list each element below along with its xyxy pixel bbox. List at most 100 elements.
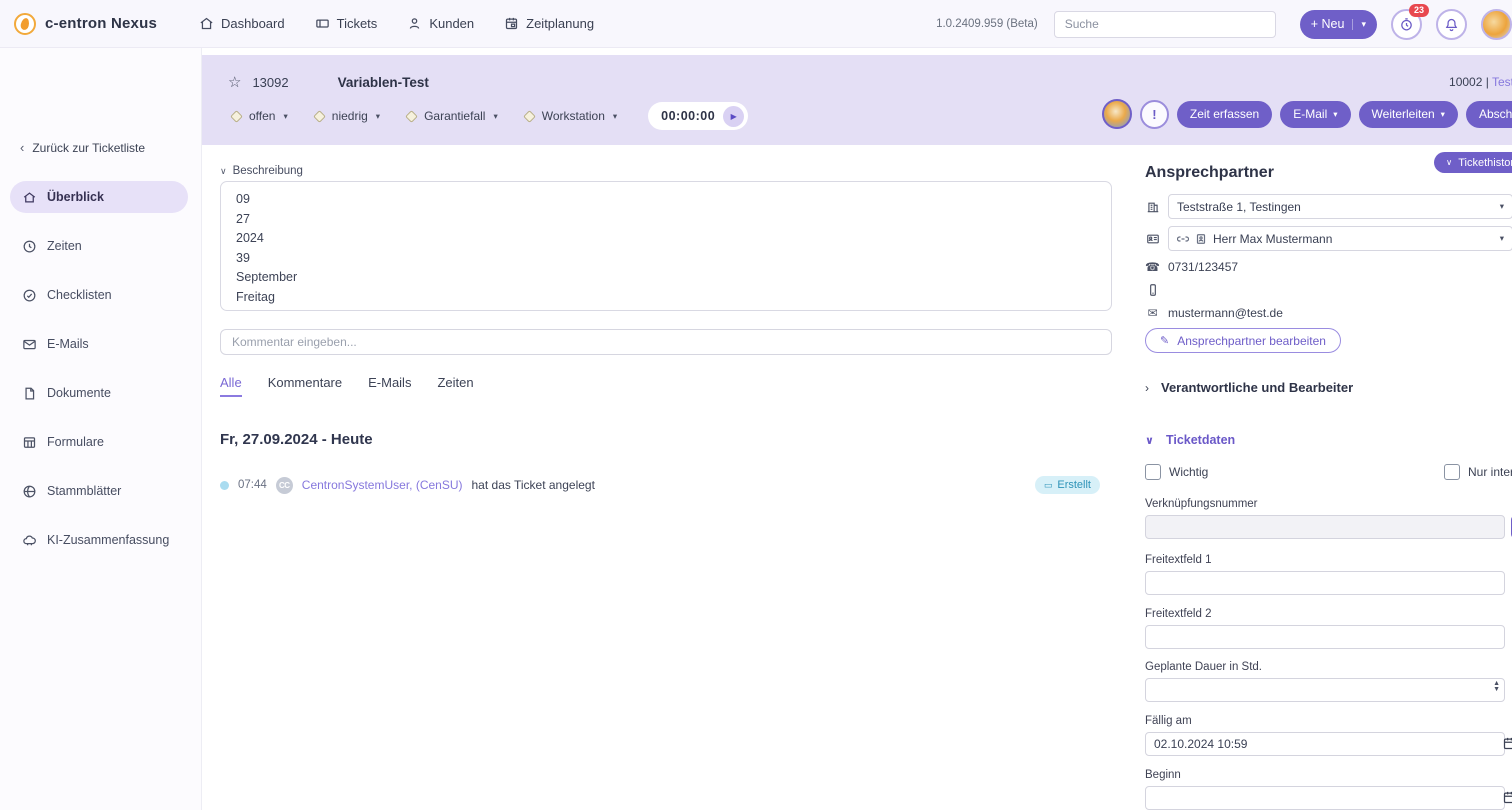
description-line: Freitag: [236, 288, 1096, 308]
favorite-star-icon[interactable]: ☆: [228, 73, 241, 91]
play-icon: ▶: [731, 112, 737, 121]
field-verknuepfungsnummer: Verknüpfungsnummer: [1145, 498, 1505, 539]
comment-input[interactable]: [220, 329, 1112, 355]
priority-diamond-icon: [313, 110, 326, 123]
timeline-dot-icon: [220, 481, 229, 490]
topbar: c-entron Nexus Dashboard Tickets Kunden …: [0, 0, 1512, 48]
sidebar-item-checklisten[interactable]: Checklisten: [10, 279, 188, 311]
ticketdata-section-toggle[interactable]: ∨ Ticketdaten: [1145, 433, 1235, 447]
email-button[interactable]: E-Mail ▾: [1280, 101, 1350, 128]
checkbox-icon[interactable]: [1145, 464, 1161, 480]
sidebar-item-ueberblick[interactable]: Überblick: [10, 181, 188, 213]
sidebar-item-emails[interactable]: E-Mails: [10, 328, 188, 360]
field-freitextfeld-2: Freitextfeld 2: [1145, 608, 1505, 649]
sidebar-item-formulare[interactable]: Formulare: [10, 426, 188, 458]
back-to-ticketlist-link[interactable]: ‹ Zurück zur Ticketliste: [20, 140, 145, 155]
overview-icon: [22, 190, 37, 205]
timer-display: 00:00:00 ▶: [648, 102, 748, 130]
field-freitextfeld-1: Freitextfeld 1: [1145, 554, 1505, 595]
number-stepper[interactable]: ▲▼: [1493, 681, 1500, 693]
tab-zeiten[interactable]: Zeiten: [437, 375, 473, 397]
type-diamond-icon: [405, 110, 418, 123]
freitextfeld-1-input[interactable]: [1145, 571, 1505, 595]
edit-contact-button[interactable]: ✎ Ansprechpartner bearbeiten: [1145, 328, 1341, 353]
record-time-button[interactable]: Zeit erfassen: [1177, 101, 1272, 128]
ticket-history-button[interactable]: ∨ Tickethistorie: [1434, 152, 1512, 173]
customer-name-link[interactable]: Test GmbH: [1492, 75, 1512, 89]
assignee-avatar[interactable]: [1102, 99, 1132, 129]
address-select[interactable]: Teststraße 1, Testingen ▾: [1168, 194, 1512, 219]
geplante-dauer-input[interactable]: [1145, 678, 1505, 702]
responsibles-section-toggle[interactable]: › Verantwortliche und Bearbeiter: [1145, 380, 1353, 395]
priority-dropdown[interactable]: niedrig ▾: [315, 109, 380, 123]
status-dropdown[interactable]: offen ▾: [232, 109, 288, 123]
timeline-entry: 07:44 CC CentronSystemUser, (CenSU) hat …: [220, 476, 1112, 494]
contact-heading: Ansprechpartner: [1145, 164, 1274, 182]
close-ticket-button[interactable]: Abschließen: [1466, 101, 1512, 128]
new-button[interactable]: + Neu ▾: [1300, 10, 1377, 39]
sidebar-item-stammblaetter[interactable]: Stammblätter: [10, 475, 188, 507]
nav-zeitplanung[interactable]: Zeitplanung: [504, 16, 594, 31]
id-card-icon: [1145, 232, 1160, 246]
tab-alle[interactable]: Alle: [220, 375, 242, 397]
status-diamond-icon: [230, 110, 243, 123]
checkbox-nur-intern[interactable]: Nur intern: [1444, 464, 1512, 480]
forward-button[interactable]: Weiterleiten ▾: [1359, 101, 1458, 128]
timeline-date-heading: Fr, 27.09.2024 - Heute: [220, 431, 1112, 448]
ticket-title: Variablen-Test: [338, 75, 429, 90]
chevron-down-icon: ∨: [1446, 157, 1452, 168]
verknuepfungsnummer-input[interactable]: [1145, 515, 1505, 539]
ticket-mini-icon: ▭: [1044, 480, 1053, 491]
sidebar-item-ki-zusammenfassung[interactable]: KI-Zusammenfassung: [10, 524, 188, 556]
tab-kommentare[interactable]: Kommentare: [268, 375, 342, 397]
sidebar-item-zeiten[interactable]: Zeiten: [10, 230, 188, 262]
nav-kunden[interactable]: Kunden: [407, 16, 474, 31]
timer-play-button[interactable]: ▶: [723, 106, 744, 127]
freitextfeld-2-input[interactable]: [1145, 625, 1505, 649]
description-line: September: [236, 268, 1096, 288]
entry-user-link[interactable]: CentronSystemUser, (CenSU): [302, 478, 463, 492]
contact-person-select[interactable]: Herr Max Mustermann ▾: [1168, 226, 1512, 251]
contact-email: mustermann@test.de: [1168, 306, 1283, 320]
nav-dashboard[interactable]: Dashboard: [199, 16, 285, 31]
beginn-input[interactable]: [1145, 786, 1505, 810]
phone-icon: ☎: [1145, 260, 1160, 274]
search-input[interactable]: [1054, 11, 1276, 38]
user-avatar[interactable]: [1481, 9, 1512, 40]
calendar-icon[interactable]: [1502, 736, 1512, 751]
description-box[interactable]: 09 27 2024 39 September Freitag: [220, 181, 1112, 311]
tab-emails[interactable]: E-Mails: [368, 375, 411, 397]
chevron-down-icon[interactable]: ▾: [1352, 19, 1366, 30]
type-dropdown[interactable]: Garantiefall ▾: [407, 109, 498, 123]
calendar-icon: [504, 16, 519, 31]
pencil-icon: ✎: [1160, 334, 1169, 347]
sheet-icon: [22, 484, 37, 499]
activity-tabs: Alle Kommentare E-Mails Zeiten: [220, 375, 1112, 397]
notifications-button[interactable]: [1436, 9, 1467, 40]
notification-count-badge: 23: [1409, 4, 1429, 17]
entry-avatar: CC: [276, 477, 293, 494]
customer-line: 10002 | Test GmbH: [1449, 75, 1512, 89]
description-toggle[interactable]: ∨ Beschreibung: [220, 165, 1112, 177]
nav-tickets[interactable]: Tickets: [315, 16, 378, 31]
timer-value: 00:00:00: [661, 109, 715, 123]
mobile-icon: [1145, 283, 1160, 297]
contact-mobile-row: [1145, 283, 1168, 297]
checkbox-icon[interactable]: [1444, 464, 1460, 480]
sidebar-item-dokumente[interactable]: Dokumente: [10, 377, 188, 409]
app-window: c-entron Nexus Dashboard Tickets Kunden …: [0, 0, 1512, 810]
checkbox-wichtig[interactable]: Wichtig: [1145, 464, 1208, 480]
brand[interactable]: c-entron Nexus: [14, 13, 157, 35]
calendar-icon[interactable]: [1502, 790, 1512, 805]
priority-alert-button[interactable]: !: [1140, 100, 1169, 129]
ticket-status-row: offen ▾ niedrig ▾ Garantiefall ▾ Worksta…: [232, 102, 748, 130]
description-line: 39: [236, 249, 1096, 269]
home-icon: [199, 16, 214, 31]
category-dropdown[interactable]: Workstation ▾: [525, 109, 617, 123]
time-tracking-button[interactable]: 23: [1391, 9, 1422, 40]
chevron-down-icon: ▾: [1441, 109, 1445, 120]
chevron-down-icon: ▾: [1500, 201, 1504, 212]
ticket-id: 13092: [252, 75, 288, 90]
plus-icon: +: [1311, 17, 1318, 31]
faellig-am-input[interactable]: [1145, 732, 1505, 756]
